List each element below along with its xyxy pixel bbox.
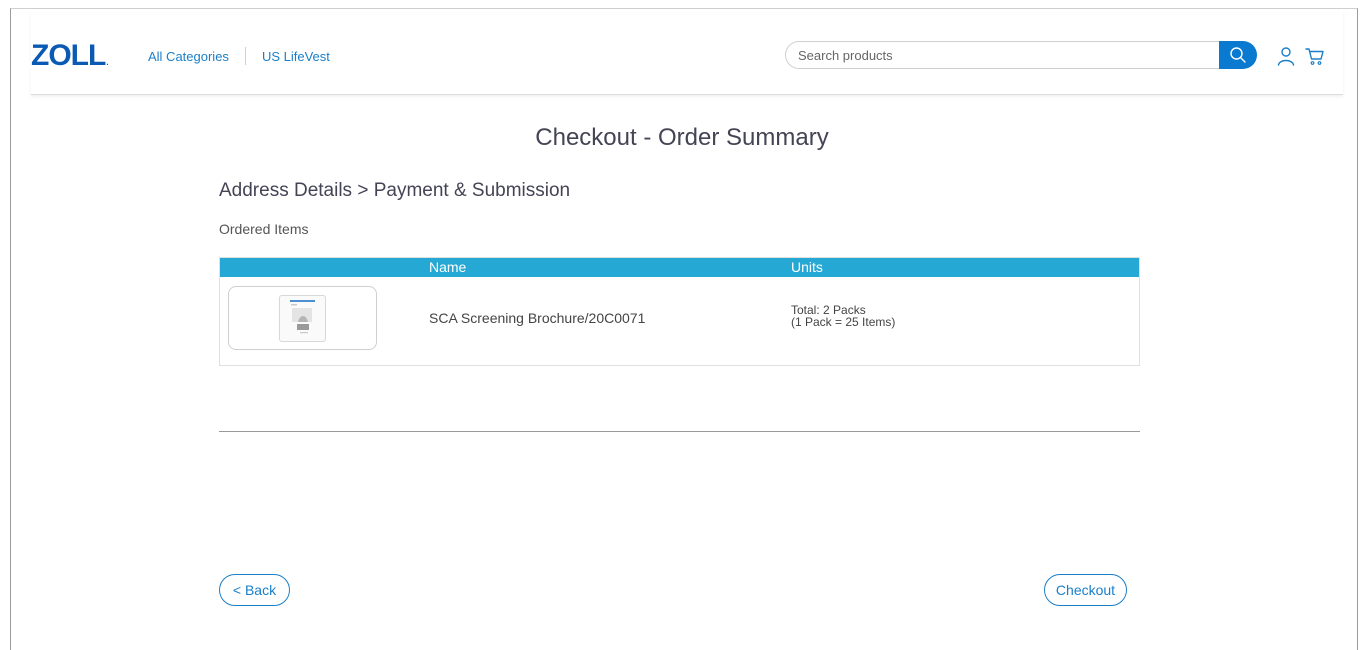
- site-header: ZOLL. All Categories US LifeVest: [31, 9, 1343, 95]
- page-title: Checkout - Order Summary: [535, 124, 829, 151]
- logo-dot: .: [106, 58, 108, 67]
- product-image-frame[interactable]: [228, 286, 377, 350]
- search-bar: [785, 41, 1257, 69]
- search-button[interactable]: [1219, 41, 1257, 69]
- brochure-image-icon: [290, 299, 315, 333]
- ordered-items-label: Ordered Items: [219, 221, 309, 237]
- back-button[interactable]: < Back: [219, 574, 290, 606]
- table-header: Name Units: [220, 258, 1139, 277]
- user-icon[interactable]: [1275, 45, 1297, 67]
- table-row: SCA Screening Brochure/20C0071 Total: 2 …: [220, 277, 1139, 365]
- units-pack-size: (1 Pack = 25 Items): [791, 315, 896, 329]
- cart-icon[interactable]: [1304, 45, 1326, 67]
- product-thumbnail: [279, 294, 326, 342]
- search-icon: [1230, 47, 1246, 63]
- search-input[interactable]: [785, 41, 1225, 69]
- zoll-logo[interactable]: ZOLL.: [31, 39, 109, 73]
- checkout-steps-breadcrumb: Address Details > Payment & Submission: [219, 180, 571, 201]
- product-units: Total: 2 Packs (1 Pack = 25 Items): [791, 304, 895, 328]
- column-header-units: Units: [791, 259, 823, 275]
- top-nav: All Categories US LifeVest: [148, 47, 330, 65]
- nav-us-lifevest[interactable]: US LifeVest: [262, 49, 330, 64]
- section-divider: [219, 431, 1140, 432]
- logo-text: ZOLL: [31, 39, 106, 72]
- ordered-items-table: Name Units SCA Screening Brochure/20C007…: [219, 257, 1140, 366]
- column-header-name: Name: [429, 259, 467, 275]
- product-name: SCA Screening Brochure/20C0071: [429, 310, 646, 326]
- nav-all-categories[interactable]: All Categories: [148, 49, 229, 64]
- nav-separator: [244, 47, 246, 65]
- checkout-button[interactable]: Checkout: [1044, 574, 1127, 606]
